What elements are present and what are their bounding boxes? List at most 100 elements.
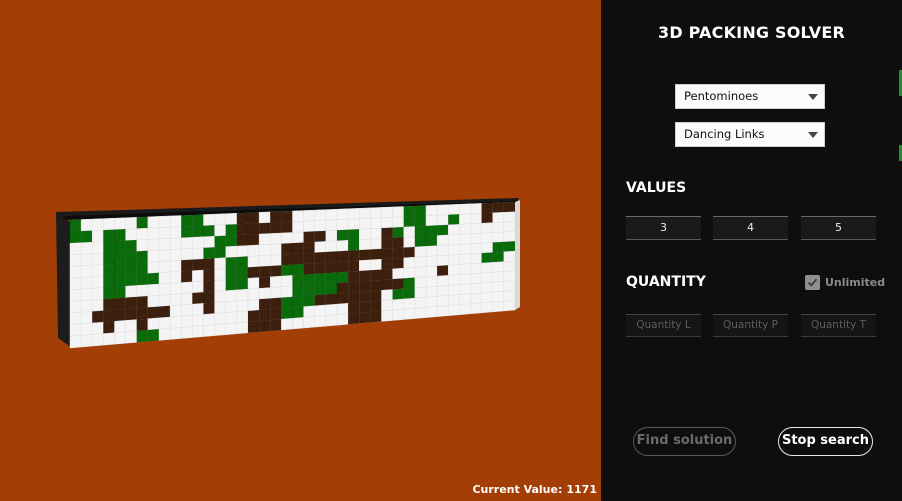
piece-cell [136, 227, 149, 241]
piece-cell [303, 231, 315, 243]
piece-cell [114, 251, 126, 265]
piece-cell [92, 252, 104, 266]
piece-cell [381, 217, 393, 229]
piece-cell [80, 322, 93, 336]
piece-cell [414, 276, 427, 289]
piece-cell [414, 256, 427, 268]
algorithm-dropdown[interactable]: Dancing Links [675, 122, 825, 147]
piece-cell [436, 275, 449, 287]
piece-cell [503, 280, 516, 292]
piece-cell [336, 281, 349, 294]
find-solution-button[interactable]: Find solution [633, 427, 736, 456]
piece-cell [69, 300, 82, 314]
piece-cell [459, 283, 471, 295]
piece-cell [481, 222, 493, 234]
chevron-down-icon [808, 132, 818, 138]
piece-cell [169, 271, 182, 284]
piece-cell [225, 322, 238, 335]
piece-cell [192, 214, 204, 227]
piece-cell [214, 257, 226, 270]
piece-cell [325, 282, 338, 295]
piece-cell [114, 274, 126, 288]
piece-cell [92, 321, 104, 335]
piece-cell [114, 240, 126, 253]
piece-cell [281, 264, 293, 277]
piece-cell [292, 317, 304, 330]
piece-cell [459, 293, 471, 305]
piece-cell [169, 259, 182, 273]
piece-cell [459, 203, 471, 215]
piece-cell [192, 258, 204, 271]
piece-cell [270, 318, 282, 332]
piece-cell [181, 315, 193, 328]
piece-cell [258, 244, 271, 257]
unlimited-checkbox[interactable]: Unlimited [805, 274, 885, 291]
piece-cell [325, 230, 338, 242]
piece-cell [492, 221, 505, 233]
packing-box-render[interactable] [0, 0, 601, 501]
piece-cell [470, 272, 482, 285]
quantity-l-input[interactable]: Quantity L [626, 314, 701, 337]
piece-cell [392, 257, 404, 270]
piece-cell [158, 238, 171, 251]
piece-cell [158, 271, 171, 285]
value-field-t[interactable]: 5 [801, 216, 876, 240]
piece-cell [403, 216, 416, 228]
3d-viewport[interactable]: Current Value: 1171 [0, 0, 601, 501]
piece-cell [103, 286, 115, 300]
quantity-p-input[interactable]: Quantity P [713, 314, 788, 337]
piece-cell [281, 221, 293, 234]
piece-cell [303, 305, 315, 318]
piece-cell [80, 334, 93, 348]
piece-cell [258, 308, 271, 322]
quantity-t-input[interactable]: Quantity T [801, 314, 876, 337]
piece-cell [448, 284, 460, 296]
piece-cell [103, 217, 115, 231]
piece-cell [247, 288, 260, 301]
piece-cell [258, 233, 271, 246]
piece-cell [147, 295, 160, 308]
piece-cell [414, 307, 427, 319]
piece-cell [225, 278, 238, 291]
piece-cell [147, 216, 160, 229]
piece-cell [292, 285, 304, 298]
shape-set-dropdown[interactable]: Pentominoes [675, 84, 825, 109]
piece-cell [147, 306, 160, 319]
piece-cell [359, 217, 371, 230]
piece-cell [414, 225, 427, 237]
piece-cell [247, 277, 260, 290]
piece-cell [136, 307, 149, 320]
piece-cell [92, 264, 104, 278]
piece-cell [125, 285, 137, 298]
value-field-p[interactable]: 4 [713, 216, 788, 240]
piece-cell [392, 237, 404, 249]
piece-cell [181, 214, 193, 227]
piece-cell [80, 265, 93, 278]
piece-cell [492, 231, 505, 243]
stop-search-button[interactable]: Stop search [778, 427, 873, 456]
value-field-l[interactable]: 3 [626, 216, 701, 240]
piece-cell [425, 235, 438, 247]
piece-cell [414, 205, 427, 217]
checkbox-checked-icon[interactable] [805, 274, 820, 290]
piece-cell [470, 242, 482, 255]
piece-cell [158, 226, 171, 240]
piece-cell [92, 310, 104, 324]
piece-cell [225, 267, 238, 280]
piece-cell [292, 253, 304, 265]
piece-cell [80, 299, 93, 313]
piece-cell [292, 210, 304, 222]
piece-cell [314, 315, 327, 328]
piece-cell [436, 244, 449, 257]
piece-cell [381, 268, 393, 281]
piece-cell [69, 335, 82, 349]
piece-cell [236, 234, 249, 247]
piece-cell [359, 280, 371, 293]
piece-cell [325, 261, 338, 274]
piece-cell [303, 220, 315, 233]
piece-cell [92, 275, 104, 289]
piece-cell [481, 301, 493, 314]
piece-cell [347, 260, 360, 273]
piece-cell [147, 249, 160, 263]
piece-cell [258, 319, 271, 333]
